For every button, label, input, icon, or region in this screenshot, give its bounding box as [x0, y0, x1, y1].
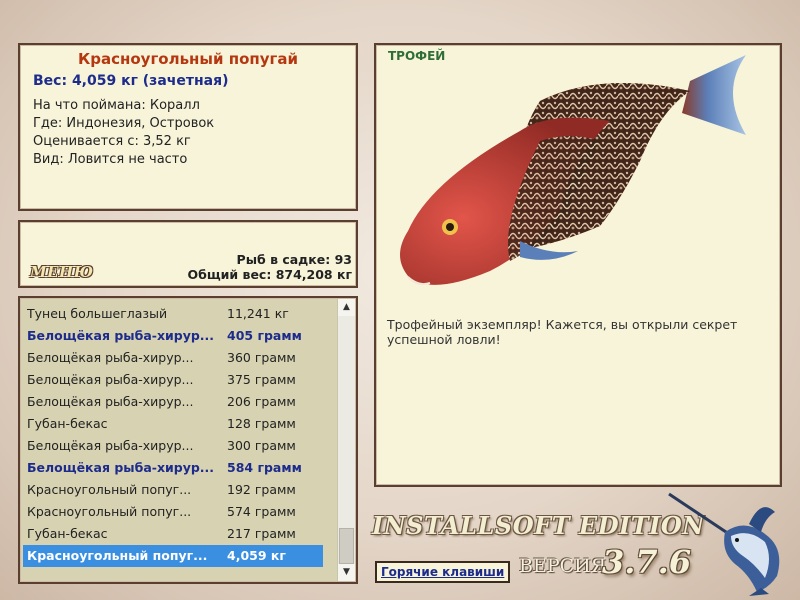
bait-line: На что поймана: Коралл	[33, 98, 200, 113]
hotkeys-link[interactable]: Горячие клавиши	[375, 561, 511, 583]
catch-name: Губан-бекас	[27, 526, 108, 541]
total-weight: Общий вес: 874,208 кг	[187, 267, 353, 282]
list-item[interactable]: Белощёкая рыба-хирур... 360 грамм	[23, 347, 323, 369]
catch-weight: 375 грамм	[227, 372, 296, 387]
catch-list-scrollbar[interactable]: ▲ ▼	[337, 299, 355, 581]
catch-weight: 217 грамм	[227, 526, 296, 541]
list-item[interactable]: Губан-бекас 217 грамм	[23, 523, 323, 545]
catch-name: Губан-бекас	[27, 416, 108, 431]
fish-weight: Вес: 4,059 кг (зачетная)	[33, 73, 229, 89]
catch-name: Красноугольный попуг...	[27, 482, 192, 497]
arrow-down-icon[interactable]: ▼	[338, 564, 355, 581]
catch-weight: 192 грамм	[227, 482, 296, 497]
catch-name: Белощёкая рыба-хирур...	[27, 438, 194, 453]
version-label: ВЕРСИЯ	[519, 555, 607, 577]
list-item[interactable]: Белощёкая рыба-хирур... 375 грамм	[23, 369, 323, 391]
scrollbar-thumb[interactable]	[339, 528, 354, 564]
keepnet-stats: Рыб в садке: 93 Общий вес: 874,208 кг	[188, 252, 353, 282]
list-item[interactable]: Красноугольный попуг... 192 грамм	[23, 479, 323, 501]
list-item[interactable]: Белощёкая рыба-хирур... 405 грамм	[23, 325, 323, 347]
fish-title: Красноугольный попугай	[77, 50, 298, 68]
catch-weight: 584 грамм	[227, 460, 302, 475]
catch-name: Красноугольный попуг...	[27, 548, 208, 563]
catch-weight: 128 грамм	[227, 416, 296, 431]
catch-list[interactable]: Тунец большеглазый 11,241 кг Белощёкая рыб…	[18, 296, 358, 584]
list-item[interactable]: Тунец большеглазый 11,241 кг	[23, 303, 323, 325]
arrow-up-icon[interactable]: ▲	[338, 299, 355, 316]
fish-count: Рыб в садке: 93	[236, 252, 352, 267]
list-item[interactable]: Красноугольный попуг... 574 грамм	[23, 501, 323, 523]
catch-weight: 574 грамм	[227, 504, 296, 519]
catch-name: Белощёкая рыба-хирур...	[27, 394, 194, 409]
catch-name: Белощёкая рыба-хирур...	[27, 328, 215, 343]
catch-name: Белощёкая рыба-хирур...	[27, 350, 194, 365]
catch-weight: 405 грамм	[227, 328, 302, 343]
list-item[interactable]: Белощёкая рыба-хирур... 206 грамм	[23, 391, 323, 413]
value-line: Оценивается с: 3,52 кг	[33, 134, 191, 149]
catch-weight: 300 грамм	[227, 438, 296, 453]
brand-title: INSTALLSOFT EDITION	[372, 511, 705, 540]
rarity-line: Вид: Ловится не часто	[33, 152, 188, 167]
catch-name: Белощёкая рыба-хирур...	[27, 372, 194, 387]
catch-name: Красноугольный попуг...	[27, 504, 192, 519]
list-item[interactable]: Белощёкая рыба-хирур... 584 грамм	[23, 457, 323, 479]
catch-name: Белощёкая рыба-хирур...	[27, 460, 215, 475]
keepnet-summary-panel: МЕНЮ Рыб в садке: 93 Общий вес: 874,208 …	[18, 220, 358, 288]
parrotfish-image	[400, 55, 746, 286]
list-item[interactable]: Губан-бекас 128 грамм	[23, 413, 323, 435]
fish-info-panel: Красноугольный попугай Вес: 4,059 кг (за…	[18, 43, 358, 211]
fish-details: На что поймана: Коралл Где: Индонезия, О…	[33, 97, 356, 169]
catch-weight: 4,059 кг	[227, 548, 286, 563]
catch-weight: 360 грамм	[227, 350, 296, 365]
menu-button[interactable]: МЕНЮ	[30, 263, 94, 281]
catch-name: Тунец большеглазый	[27, 306, 168, 321]
trophy-message: Трофейный экземпляр! Кажется, вы открыли…	[387, 317, 738, 347]
location-line: Где: Индонезия, Островок	[33, 116, 215, 131]
catch-weight: 206 грамм	[227, 394, 296, 409]
list-item[interactable]: Красноугольный попуг... 4,059 кг	[23, 545, 323, 567]
catch-weight: 11,241 кг	[227, 306, 289, 321]
marlin-logo	[668, 492, 780, 596]
list-item[interactable]: Белощёкая рыба-хирур... 300 грамм	[23, 435, 323, 457]
trophy-panel: ТРОФЕЙ Трофейный экземпляр! Кажется, вы …	[374, 43, 782, 487]
